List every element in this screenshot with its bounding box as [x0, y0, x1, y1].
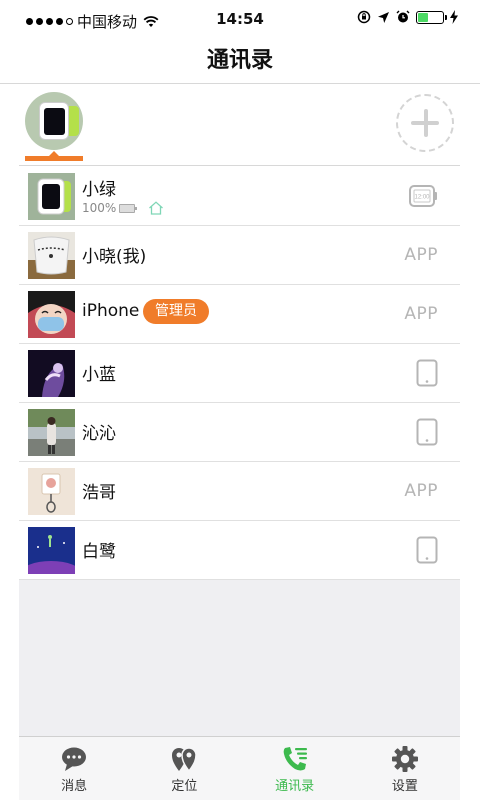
app-tag: APP: [404, 481, 438, 501]
contact-row[interactable]: 小蓝: [19, 344, 460, 403]
location-arrow-icon: [378, 11, 389, 23]
rotation-lock-icon: [357, 10, 371, 24]
device-status: 100%: [82, 201, 164, 215]
gear-icon: [391, 746, 418, 772]
contact-avatar: [28, 468, 75, 515]
battery-percent: 100%: [82, 201, 117, 215]
charging-bolt-icon: [450, 10, 458, 24]
alarm-icon: [396, 10, 410, 23]
tab-label: 通讯录: [275, 779, 315, 794]
tablet-icon: [416, 359, 438, 387]
contact-avatar: [28, 527, 75, 574]
status-icons: [357, 10, 458, 24]
tab-messages[interactable]: 消息: [19, 737, 129, 800]
contact-name: iPhone: [82, 301, 140, 321]
tablet-icon: [416, 536, 438, 564]
status-bar: 中国移动 14:54: [0, 0, 480, 40]
location-pins-icon: [172, 747, 198, 773]
left-gutter: [0, 84, 19, 736]
contact-avatar: [28, 291, 75, 338]
contact-avatar: [28, 350, 75, 397]
tablet-icon: [416, 418, 438, 446]
tab-location[interactable]: 定位: [129, 737, 239, 800]
tab-bar: 消息 定位 通讯录 设置: [19, 736, 460, 800]
right-gutter: [460, 84, 480, 736]
contact-avatar: [28, 173, 75, 220]
device-avatar-watch[interactable]: [25, 92, 83, 150]
tab-label: 设置: [391, 779, 418, 794]
tab-label: 定位: [171, 779, 198, 794]
contact-row[interactable]: 沁沁: [19, 403, 460, 462]
mini-battery-icon: [119, 203, 138, 213]
home-icon: [149, 201, 164, 215]
contact-avatar: [28, 409, 75, 456]
add-device-button[interactable]: [396, 94, 454, 152]
contact-name: 浩哥: [82, 483, 116, 503]
contact-name: 小晓(我): [82, 247, 147, 267]
battery-icon: [416, 10, 447, 24]
page-title: 通讯录: [206, 48, 273, 73]
app-tag: APP: [404, 304, 438, 324]
nav-bar: 通讯录: [0, 40, 480, 84]
contact-row[interactable]: iPhone 管理员 APP: [19, 285, 460, 344]
selected-indicator-bar: [25, 156, 83, 161]
contact-row[interactable]: 浩哥 APP: [19, 462, 460, 521]
tab-label: 消息: [61, 779, 88, 794]
contact-name: 小蓝: [82, 365, 116, 385]
contact-row[interactable]: 小晓(我) APP: [19, 226, 460, 285]
phone-contacts-icon: [283, 747, 307, 771]
contact-name: 白鹭: [82, 542, 116, 562]
device-selector: [19, 84, 460, 166]
tab-settings[interactable]: 设置: [350, 737, 460, 800]
admin-badge: 管理员: [143, 299, 209, 324]
contact-row[interactable]: 白鹭: [19, 521, 460, 580]
watch-icon: 12:00: [409, 185, 437, 207]
chat-bubble-icon: [62, 747, 87, 771]
contact-name: 沁沁: [82, 424, 116, 444]
svg-text:12:00: 12:00: [414, 195, 430, 201]
contact-avatar: [28, 232, 75, 279]
contact-row[interactable]: 小绿 100% 12:00: [19, 167, 460, 226]
contact-list: 小绿 100% 12:00 小晓(我) APP iPhone 管理员 APP 小…: [19, 167, 460, 580]
tab-contacts[interactable]: 通讯录: [240, 737, 350, 800]
contact-name: 小绿: [82, 180, 116, 200]
list-empty-space: [19, 580, 460, 736]
app-tag: APP: [404, 245, 438, 265]
